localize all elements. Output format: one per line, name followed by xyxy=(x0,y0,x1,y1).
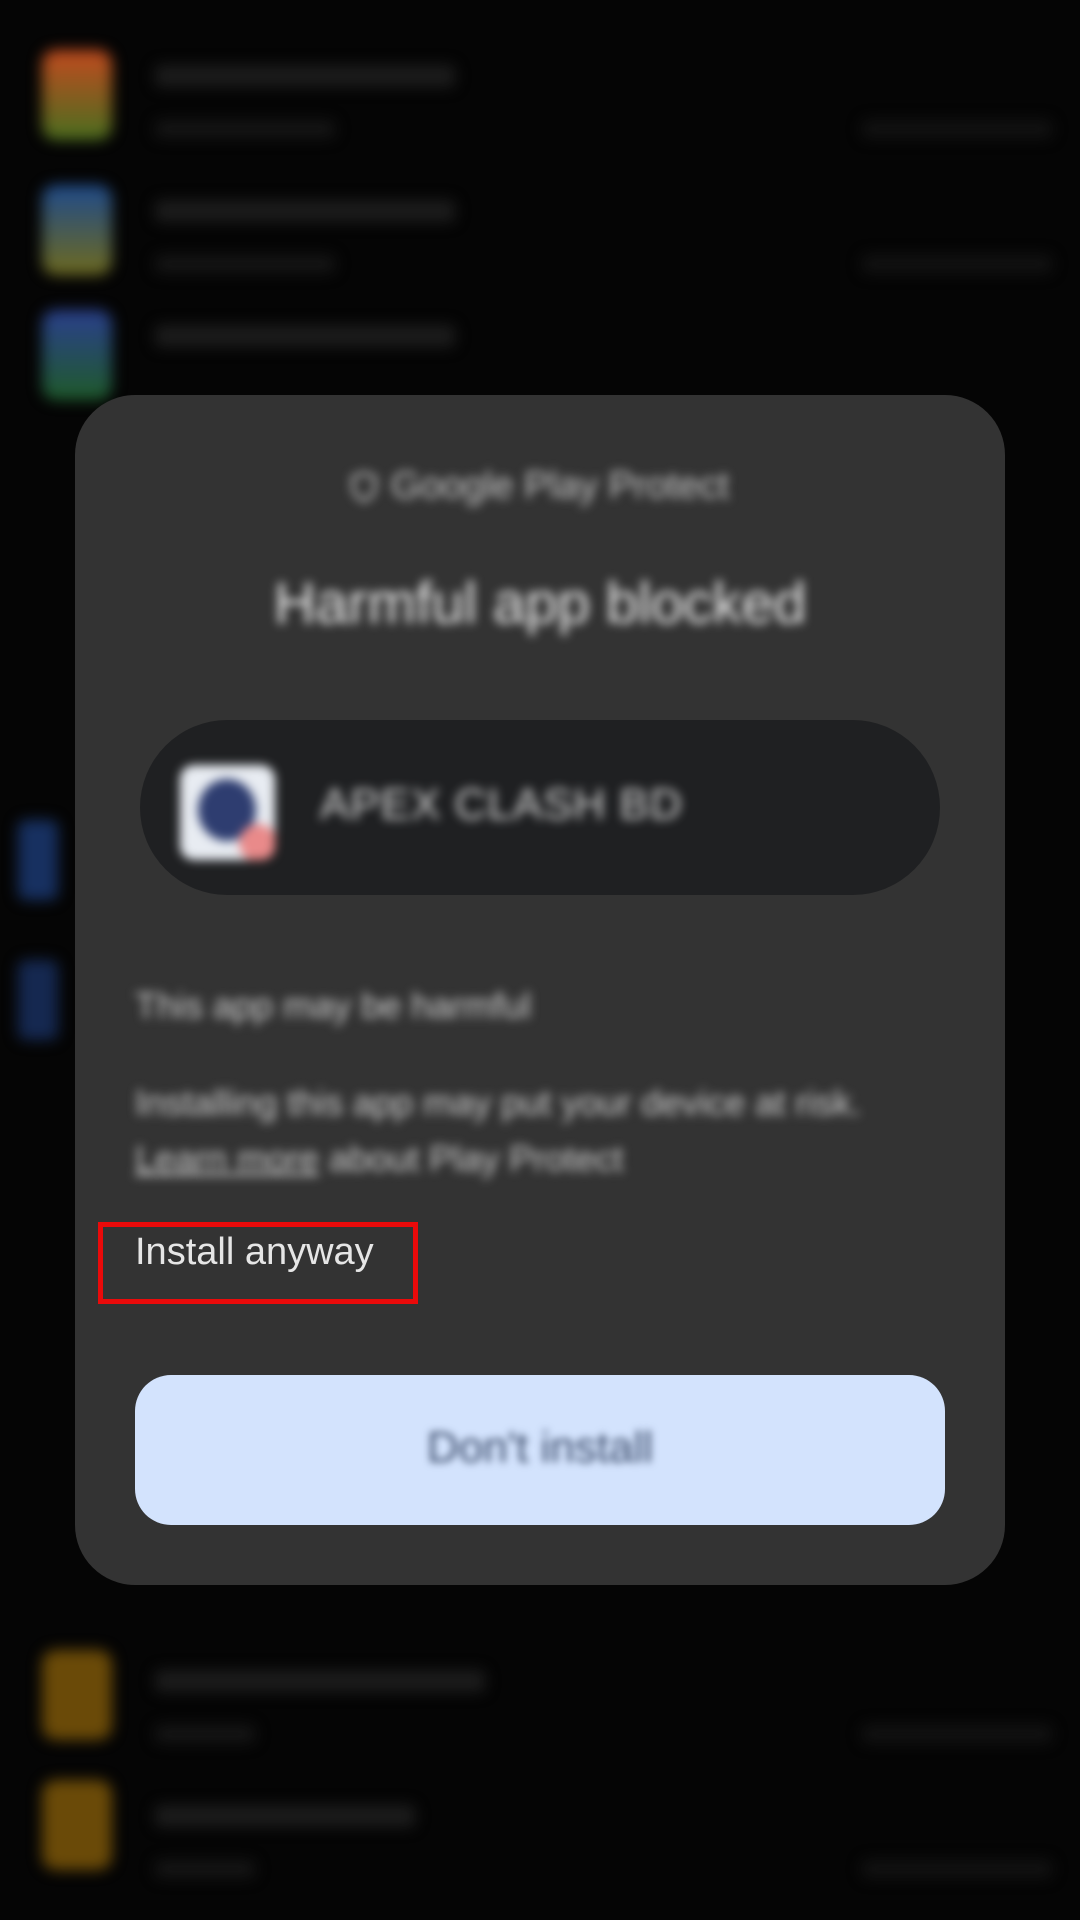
app-name: APEX CLASH BD xyxy=(320,780,683,829)
dont-install-button[interactable]: Don't install xyxy=(135,1375,945,1525)
highlight-box xyxy=(98,1222,418,1304)
dialog-title: Harmful app blocked xyxy=(274,571,806,636)
app-icon xyxy=(42,185,112,275)
app-icon xyxy=(42,1650,112,1740)
list-item xyxy=(0,1770,1080,1890)
warning-short-text: This app may be harmful xyxy=(135,985,532,1026)
learn-more-link[interactable]: Learn more xyxy=(135,1138,319,1179)
dialog-header: Google Play Protect xyxy=(75,465,1005,508)
warning-long-text: Installing this app may put your device … xyxy=(135,1075,965,1187)
app-icon xyxy=(42,310,112,400)
app-icon xyxy=(180,765,275,860)
app-card: APEX CLASH BD xyxy=(140,720,940,895)
app-icon xyxy=(42,1780,112,1870)
warning-long-line: Installing this app may put your device … xyxy=(135,1082,862,1123)
list-item xyxy=(0,1630,1080,1750)
play-protect-shield-icon xyxy=(351,472,377,502)
dialog-header-text: Google Play Protect xyxy=(391,465,729,507)
list-item xyxy=(0,30,1080,150)
list-item xyxy=(0,165,1080,285)
dont-install-label: Don't install xyxy=(426,1423,654,1472)
app-icon xyxy=(42,50,112,140)
warning-badge-icon xyxy=(239,824,275,860)
harmful-app-dialog: Google Play Protect Harmful app blocked … xyxy=(75,395,1005,1585)
learn-more-suffix: about Play Protect xyxy=(329,1138,624,1179)
